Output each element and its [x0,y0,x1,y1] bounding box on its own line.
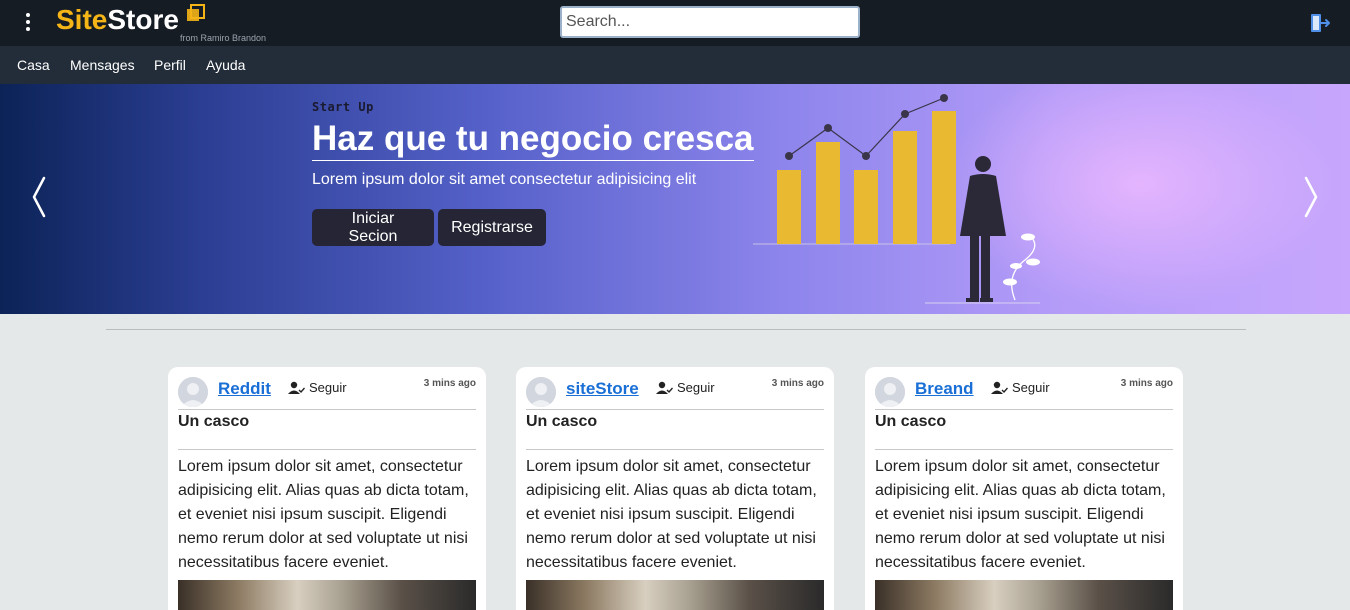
card-divider [178,449,476,450]
hero-title: Haz que tu negocio cresca [312,118,754,161]
card-divider [526,409,824,410]
card-image [178,580,476,610]
card-title: Un casco [875,413,947,430]
nav-item-mensages[interactable]: Mensages [70,57,135,73]
register-button[interactable]: Registrarse [438,209,546,246]
top-bar: SiteStore from Ramiro Brandon [0,0,1350,46]
kebab-menu-icon[interactable] [22,12,34,32]
follow-label: Seguir [1012,380,1050,395]
chevron-right-icon[interactable] [1298,174,1322,220]
user-check-icon [656,381,673,394]
user-check-icon [991,381,1008,394]
follow-label: Seguir [677,380,715,395]
card-image [875,580,1173,610]
post-card: Breand Seguir 3 mins ago Un casco Lorem … [865,367,1183,610]
section-divider [106,329,1246,330]
card-author-link[interactable]: Breand [915,379,974,399]
card-body-text: Lorem ipsum dolor sit amet, consectetur … [875,458,1166,571]
card-author-link[interactable]: Reddit [218,379,271,399]
card-title: Un casco [526,413,598,430]
follow-label: Seguir [309,380,347,395]
nav-item-casa[interactable]: Casa [17,57,50,73]
logo-byline: from Ramiro Brandon [180,33,267,43]
search-input[interactable] [560,6,860,38]
card-timestamp: 3 mins ago [423,378,476,389]
avatar-icon [178,377,208,407]
post-card: siteStore Seguir 3 mins ago Un casco Lor… [516,367,834,610]
nav-item-ayuda[interactable]: Ayuda [206,57,245,73]
post-card: Reddit Seguir 3 mins ago Un casco Lorem … [168,367,486,610]
login-button[interactable]: Iniciar Secion [312,209,434,246]
card-title: Un casco [178,413,250,430]
follow-button[interactable]: Seguir [288,380,347,395]
card-timestamp: 3 mins ago [771,378,824,389]
card-image [526,580,824,610]
avatar-icon [526,377,556,407]
avatar-icon [875,377,905,407]
main-nav: Casa Mensages Perfil Ayuda [0,46,1350,84]
nav-item-perfil[interactable]: Perfil [154,57,186,73]
chevron-left-icon[interactable] [28,174,52,220]
card-divider [875,409,1173,410]
card-body-text: Lorem ipsum dolor sit amet, consectetur … [178,458,469,571]
card-divider [875,449,1173,450]
logout-icon[interactable] [1308,11,1332,35]
hero-eyebrow: Start Up [312,100,374,114]
card-divider [526,449,824,450]
card-divider [178,409,476,410]
follow-button[interactable]: Seguir [991,380,1050,395]
growth-chart-illustration [753,94,1040,304]
logo-site-text: Site [56,4,108,35]
hero-carousel: Start Up Haz que tu negocio cresca Lorem… [0,84,1350,314]
site-logo[interactable]: SiteStore from Ramiro Brandon [56,2,266,43]
user-check-icon [288,381,305,394]
logo-store-text: Store [107,4,179,35]
follow-button[interactable]: Seguir [656,380,715,395]
card-body-text: Lorem ipsum dolor sit amet, consectetur … [526,458,817,571]
card-author-link[interactable]: siteStore [566,379,639,399]
hero-subtitle: Lorem ipsum dolor sit amet consectetur a… [312,171,697,188]
card-timestamp: 3 mins ago [1120,378,1173,389]
logo-squares-icon [187,4,205,21]
